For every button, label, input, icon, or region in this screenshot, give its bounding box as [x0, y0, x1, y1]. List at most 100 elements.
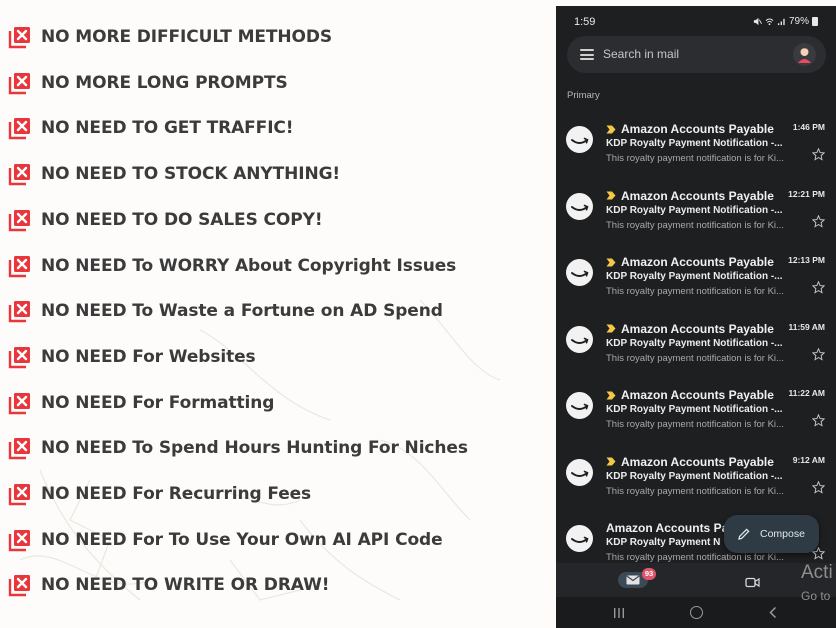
sender-avatar[interactable] — [566, 126, 593, 153]
x-box-icon — [8, 209, 30, 231]
star-icon[interactable] — [812, 347, 825, 361]
feature-item: NO NEED To Spend Hours Hunting For Niche… — [8, 433, 468, 463]
sender-avatar[interactable] — [566, 458, 593, 486]
search-input[interactable]: Search in mail — [603, 47, 679, 61]
feature-text: NO NEED To WORRY About Copyright Issues — [41, 255, 457, 276]
importance-marker-icon[interactable] — [606, 457, 616, 466]
amazon-logo-icon — [571, 536, 589, 543]
back-icon[interactable] — [768, 606, 778, 619]
sender-avatar[interactable] — [566, 392, 593, 419]
battery-percent: 79% — [788, 16, 809, 27]
feature-item: NO MORE LONG PROMPTS — [8, 68, 288, 98]
amazon-logo-icon — [571, 403, 589, 410]
email-row[interactable]: Amazon Accounts Payable 9:12 AM KDP Royalt… — [556, 453, 836, 513]
sender-avatar[interactable] — [566, 259, 593, 286]
amazon-logo-icon — [571, 137, 589, 144]
feature-item: NO NEED For Recurring Fees — [8, 479, 311, 509]
feature-text: NO NEED For Websites — [41, 346, 256, 367]
email-row[interactable]: Amazon Accounts Payable 12:21 PM KDP Royal… — [556, 187, 836, 247]
importance-marker-icon[interactable] — [606, 258, 616, 267]
importance-marker-icon[interactable] — [606, 324, 616, 333]
star-icon[interactable] — [812, 281, 825, 294]
feature-text: NO NEED For Recurring Fees — [41, 484, 312, 504]
home-icon[interactable] — [690, 606, 703, 619]
sender-name: Amazon Accounts Payable — [621, 188, 774, 203]
feature-text: NO MORE DIFFICULT METHODS — [41, 27, 333, 47]
x-box-icon — [8, 575, 30, 597]
email-subject: KDP Royalty Payment Notification -... — [606, 404, 783, 415]
x-box-icon — [8, 27, 30, 49]
email-snippet: This royalty payment notification is for… — [606, 419, 784, 430]
email-time: 9:12 AM — [792, 454, 825, 465]
phone-screenshot: 1:59 79% Search in mail Primary Amazon A… — [556, 6, 836, 628]
sender-avatar[interactable] — [566, 325, 593, 353]
amazon-logo-icon — [571, 270, 589, 277]
amazon-logo-icon — [571, 337, 589, 344]
x-box-icon — [8, 346, 30, 369]
feature-item: NO NEED For Formatting — [8, 388, 274, 418]
email-subject: KDP Royalty Payment Notification -... — [606, 138, 783, 149]
star-icon[interactable] — [812, 414, 825, 427]
star-icon[interactable] — [812, 214, 825, 228]
android-nav-bar — [556, 597, 836, 628]
email-snippet: This royalty payment notification is for… — [606, 485, 784, 497]
email-row[interactable]: Amazon Accounts Payable 11:22 AM KDP Royal… — [556, 386, 836, 446]
feature-item: NO NEED For Websites — [8, 342, 256, 372]
feature-text: NO NEED To Waste a Fortune on AD Spend — [41, 301, 443, 322]
status-time: 1:59 — [574, 16, 596, 28]
sender-name: Amazon Accounts Payable — [621, 388, 774, 402]
star-icon[interactable] — [812, 480, 825, 494]
email-time: 11:59 AM — [788, 321, 825, 332]
email-time: 11:22 AM — [788, 388, 825, 398]
feature-text: NO NEED For Formatting — [41, 392, 275, 413]
feature-item: NO NEED To WORRY About Copyright Issues — [8, 251, 456, 281]
search-bar[interactable]: Search in mail — [567, 36, 826, 73]
email-snippet: This royalty payment notification is for… — [606, 352, 784, 364]
status-bar: 1:59 79% — [556, 6, 836, 36]
sender-avatar[interactable] — [566, 525, 593, 552]
feature-text: NO NEED To Spend Hours Hunting For Niche… — [41, 438, 468, 459]
sender-name: Amazon Accounts Pa — [606, 521, 729, 535]
mail-unread-badge: 93 — [642, 568, 656, 580]
feature-item: NO NEED For To Use Your Own AI API Code — [8, 525, 443, 555]
sender-name: Amazon Accounts Payable — [621, 454, 774, 469]
compose-button[interactable]: Compose — [724, 515, 819, 553]
mute-icon — [753, 17, 762, 26]
sender-avatar[interactable] — [566, 192, 593, 220]
amazon-logo-icon — [571, 204, 589, 211]
email-subject: KDP Royalty Payment N — [606, 537, 721, 548]
mail-icon — [626, 575, 640, 585]
importance-marker-icon[interactable] — [606, 391, 616, 400]
account-avatar[interactable] — [793, 43, 816, 66]
menu-icon[interactable] — [580, 49, 594, 60]
email-snippet: This royalty payment notification is for… — [606, 286, 784, 297]
activation-watermark-subtitle: Go to — [801, 589, 831, 603]
email-time: 1:46 PM — [792, 122, 825, 132]
video-camera-icon[interactable] — [745, 577, 760, 588]
amazon-logo-icon — [571, 470, 589, 477]
x-box-icon — [8, 118, 30, 140]
feature-item: NO NEED TO WRITE OR DRAW! — [8, 570, 330, 600]
feature-text: NO NEED TO STOCK ANYTHING! — [41, 164, 341, 185]
x-box-icon — [8, 484, 30, 506]
email-subject: KDP Royalty Payment Notification -... — [606, 470, 783, 482]
section-label-primary: Primary — [567, 90, 600, 101]
recent-apps-icon[interactable] — [612, 607, 626, 619]
importance-marker-icon[interactable] — [606, 191, 616, 200]
bottom-nav: 93 — [556, 563, 836, 597]
email-row[interactable]: Amazon Accounts Payable 1:46 PM KDP Royalt… — [556, 120, 836, 180]
star-icon[interactable] — [812, 148, 825, 161]
email-snippet: This royalty payment notification is for… — [606, 219, 784, 231]
importance-marker-icon[interactable] — [606, 125, 616, 134]
activation-watermark-title: Acti — [801, 562, 833, 583]
email-snippet: This royalty payment notification is for… — [606, 153, 784, 164]
pencil-icon — [738, 528, 750, 540]
sender-name: Amazon Accounts Payable — [621, 255, 774, 269]
email-row[interactable]: Amazon Accounts Payable 11:59 AM KDP Royal… — [556, 320, 836, 380]
x-box-icon — [8, 438, 30, 460]
feature-text: NO NEED TO WRITE OR DRAW! — [41, 575, 330, 596]
x-box-icon — [8, 392, 30, 414]
x-box-icon — [8, 164, 30, 186]
feature-item: NO NEED TO DO SALES COPY! — [8, 205, 323, 235]
email-row[interactable]: Amazon Accounts Payable 12:13 PM KDP Royal… — [556, 253, 836, 313]
